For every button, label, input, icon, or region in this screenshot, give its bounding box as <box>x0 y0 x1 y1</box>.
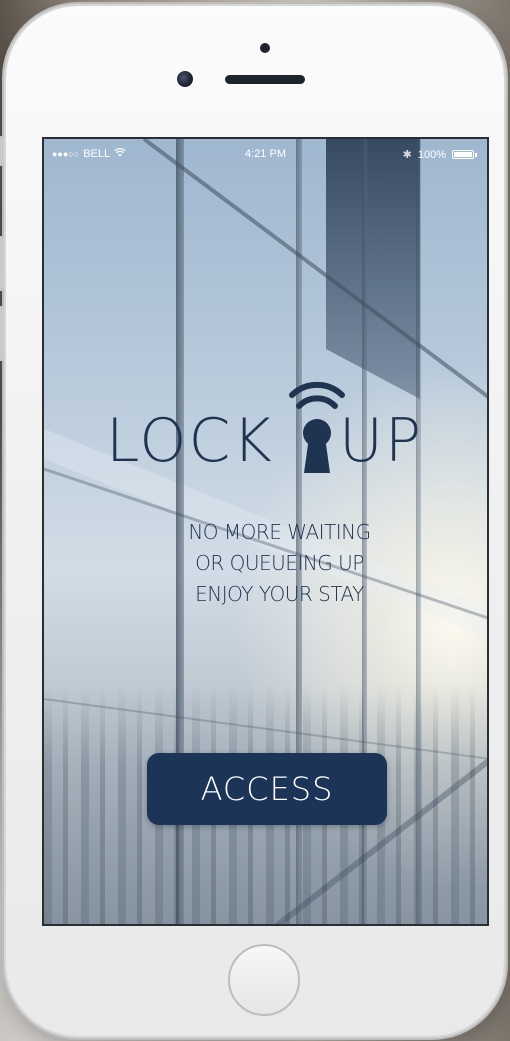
phone-frame: ●●●○○ BELL 4:21 PM ✱ 100% LOCK UP NO MOR… <box>0 6 504 1036</box>
bluetooth-icon: ✱ <box>402 149 412 161</box>
home-button[interactable] <box>228 944 300 1016</box>
logo-text-lock: LOCK <box>106 406 274 476</box>
phone-screen: ●●●○○ BELL 4:21 PM ✱ 100% LOCK UP NO MOR… <box>42 137 489 926</box>
tagline-line-3: ENJOY YOUR STAY <box>195 582 364 606</box>
battery-icon <box>452 150 474 159</box>
mute-switch <box>0 306 4 361</box>
logo-text-up: UP <box>339 406 424 476</box>
tagline-line-1: NO MORE WAITING <box>188 520 371 544</box>
lockup-logo: LOCK UP <box>44 379 487 489</box>
access-button[interactable]: ACCESS <box>147 753 387 825</box>
tagline: NO MORE WAITING OR QUEUEING UP ENJOY YOU… <box>44 517 487 610</box>
earpiece-speaker <box>225 75 305 84</box>
tagline-line-2: OR QUEUEING UP <box>195 551 364 575</box>
volume-down-button <box>0 236 4 291</box>
battery-percent: 100% <box>417 148 446 161</box>
proximity-sensor <box>260 43 270 53</box>
status-bar-right: ✱ 100% <box>403 148 477 161</box>
battery-tip <box>475 152 477 157</box>
status-bar: ●●●○○ BELL 4:21 PM ✱ 100% <box>44 139 487 163</box>
front-camera <box>177 71 193 87</box>
volume-up-button <box>0 136 4 166</box>
